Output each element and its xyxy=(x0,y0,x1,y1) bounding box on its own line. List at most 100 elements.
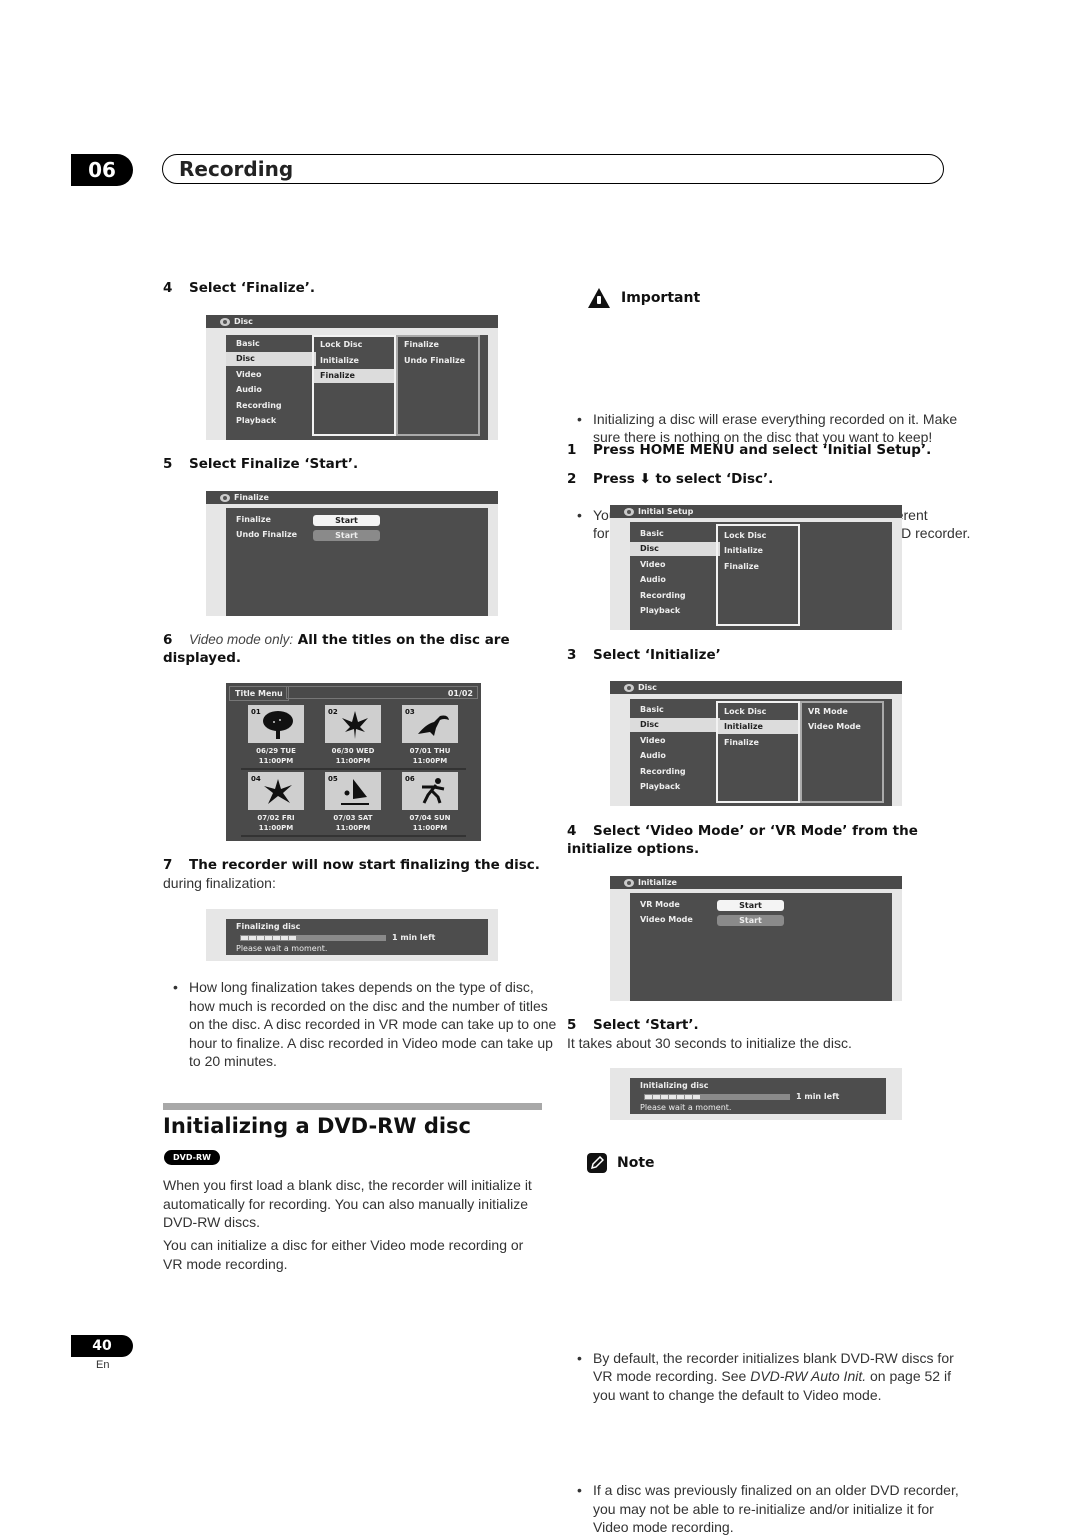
tree-icon xyxy=(263,711,293,739)
option-vr-mode[interactable]: VR Mode xyxy=(802,705,882,719)
submenu-item-finalize[interactable]: Finalize xyxy=(718,560,798,574)
step-number: 5 xyxy=(567,1017,577,1033)
progress-title: Initializing disc xyxy=(640,1081,709,1090)
step-7-finalizing: 7 The recorder will now start finalizing … xyxy=(163,856,543,893)
windsurfer-icon xyxy=(341,779,369,805)
option-finalize[interactable]: Finalize xyxy=(398,338,478,352)
submenu-item-lock-disc[interactable]: Lock Disc xyxy=(718,529,798,543)
title-thumbnail[interactable]: 05 xyxy=(325,772,381,810)
menu-item-playback[interactable]: Playback xyxy=(226,414,316,428)
progress-segment xyxy=(281,936,288,940)
step-text-after: to select ‘Disc’. xyxy=(655,471,774,487)
menu-item-playback[interactable]: Playback xyxy=(630,780,720,794)
submenu-item-lock-disc[interactable]: Lock Disc xyxy=(718,705,798,719)
section-divider xyxy=(163,1103,542,1110)
title-thumbnail[interactable]: 03 xyxy=(402,705,458,743)
section-paragraph: When you first load a blank disc, the re… xyxy=(163,1177,532,1230)
menu-item-video[interactable]: Video xyxy=(630,734,720,748)
menu-item-audio[interactable]: Audio xyxy=(226,383,316,397)
osd-title-bar: Finalize xyxy=(206,491,498,504)
title-number: 03 xyxy=(405,708,415,716)
progress-segment xyxy=(653,1095,660,1099)
menu-item-recording[interactable]: Recording xyxy=(630,765,720,779)
osd-title: Disc xyxy=(638,683,657,692)
step-prefix: Video mode only: xyxy=(189,632,294,647)
title-menu-screen: Title Menu 01/02 01 06/29 TUE 11:00PM 02… xyxy=(226,683,481,841)
initializing-progress-screen: Initializing disc 1 min left Please wait… xyxy=(610,1068,902,1120)
disc-icon xyxy=(220,493,230,502)
submenu-item-initialize[interactable]: Initialize xyxy=(718,720,798,734)
row-label-undo-finalize: Undo Finalize xyxy=(236,530,298,539)
title-date: 07/04 SUN xyxy=(409,814,451,822)
progress-segment xyxy=(273,936,280,940)
menu-item-video[interactable]: Video xyxy=(226,368,316,382)
option-video-mode[interactable]: Video Mode xyxy=(802,720,882,734)
pencil-icon xyxy=(587,1153,607,1173)
lily-icon xyxy=(264,779,292,804)
disc-icon xyxy=(624,683,634,692)
menu-item-recording[interactable]: Recording xyxy=(630,589,720,603)
osd-body: Basic Disc Video Audio Recording Playbac… xyxy=(226,335,488,440)
step-4-select-mode: 4 Select ‘Video Mode’ or ‘VR Mode’ from t… xyxy=(567,822,947,858)
step-5-select-start: 5 Select ‘Start’. It takes about 30 secon… xyxy=(567,1016,947,1053)
video-mode-start-button[interactable]: Start xyxy=(717,915,784,926)
title-date: 06/30 WED xyxy=(331,747,375,755)
title-time: 11:00PM xyxy=(258,824,294,832)
osd-title: Finalize xyxy=(234,493,269,502)
osd-title: Disc xyxy=(234,317,253,326)
option-undo-finalize[interactable]: Undo Finalize xyxy=(398,354,478,368)
menu-item-audio[interactable]: Audio xyxy=(630,573,720,587)
step-text-before: Press xyxy=(593,471,635,487)
step-text: Select ‘Start’. xyxy=(593,1017,699,1033)
menu-item-playback[interactable]: Playback xyxy=(630,604,720,618)
osd-disc-finalize-screen: Disc Basic Disc Video Audio Recording Pl… xyxy=(206,315,498,440)
title-date: 07/03 SAT xyxy=(333,814,373,822)
time-remaining: 1 min left xyxy=(796,1092,840,1101)
section-paragraph: You can initialize a disc for either Vid… xyxy=(163,1237,524,1272)
step-4-select-finalize: 4 Select ‘Finalize’. xyxy=(163,279,315,297)
osd-disc-initialize-screen: Disc Basic Disc Video Audio Recording Pl… xyxy=(610,681,902,806)
step-number: 1 xyxy=(567,442,577,458)
title-thumbnail[interactable]: 01 xyxy=(248,705,304,743)
title-thumbnail[interactable]: 02 xyxy=(325,705,381,743)
vr-mode-start-button[interactable]: Start xyxy=(717,900,784,911)
menu-item-basic[interactable]: Basic xyxy=(226,337,316,351)
submenu-column: Lock Disc Initialize Finalize xyxy=(716,701,800,803)
undo-finalize-start-button[interactable]: Start xyxy=(313,530,380,541)
row-divider xyxy=(241,835,466,837)
osd-title-bar: Disc xyxy=(610,681,902,694)
title-time: 11:00PM xyxy=(412,824,448,832)
menu-item-disc[interactable]: Disc xyxy=(226,352,316,366)
submenu-item-lock-disc[interactable]: Lock Disc xyxy=(314,338,394,352)
step-3-select-initialize: 3 Select ‘Initialize’ xyxy=(567,646,721,664)
title-number: 01 xyxy=(251,708,261,716)
submenu-item-finalize[interactable]: Finalize xyxy=(314,369,394,383)
wait-message: Please wait a moment. xyxy=(640,1103,732,1112)
step-6-titles-displayed: 6 Video mode only: All the titles on the … xyxy=(163,631,543,667)
menu-item-audio[interactable]: Audio xyxy=(630,749,720,763)
finalize-start-button[interactable]: Start xyxy=(313,515,380,526)
time-remaining: 1 min left xyxy=(392,933,436,942)
menu-item-video[interactable]: Video xyxy=(630,558,720,572)
step-5-select-finalize-start: 5 Select Finalize ‘Start’. xyxy=(163,455,358,473)
submenu-item-finalize[interactable]: Finalize xyxy=(718,736,798,750)
title-thumbnail[interactable]: 04 xyxy=(248,772,304,810)
menu-item-basic[interactable]: Basic xyxy=(630,703,720,717)
menu-item-recording[interactable]: Recording xyxy=(226,399,316,413)
step-2-select-disc: 2 Press ⬇ to select ‘Disc’. xyxy=(567,470,773,488)
progress-dialog: Initializing disc 1 min left Please wait… xyxy=(630,1078,886,1114)
step-text: Select Finalize ‘Start’. xyxy=(189,456,359,472)
menu-item-disc[interactable]: Disc xyxy=(630,718,720,732)
osd-title-bar: Disc xyxy=(206,315,498,328)
title-thumbnail[interactable]: 06 xyxy=(402,772,458,810)
step-number: 6 xyxy=(163,632,173,648)
menu-item-basic[interactable]: Basic xyxy=(630,527,720,541)
progress-segment xyxy=(241,936,248,940)
submenu-item-initialize[interactable]: Initialize xyxy=(718,544,798,558)
progress-bar xyxy=(240,935,386,941)
step-number: 4 xyxy=(567,823,577,839)
chapter-title: Recording xyxy=(162,154,944,184)
title-time: 11:00PM xyxy=(412,757,448,765)
menu-item-disc[interactable]: Disc xyxy=(630,542,720,556)
submenu-item-initialize[interactable]: Initialize xyxy=(314,354,394,368)
